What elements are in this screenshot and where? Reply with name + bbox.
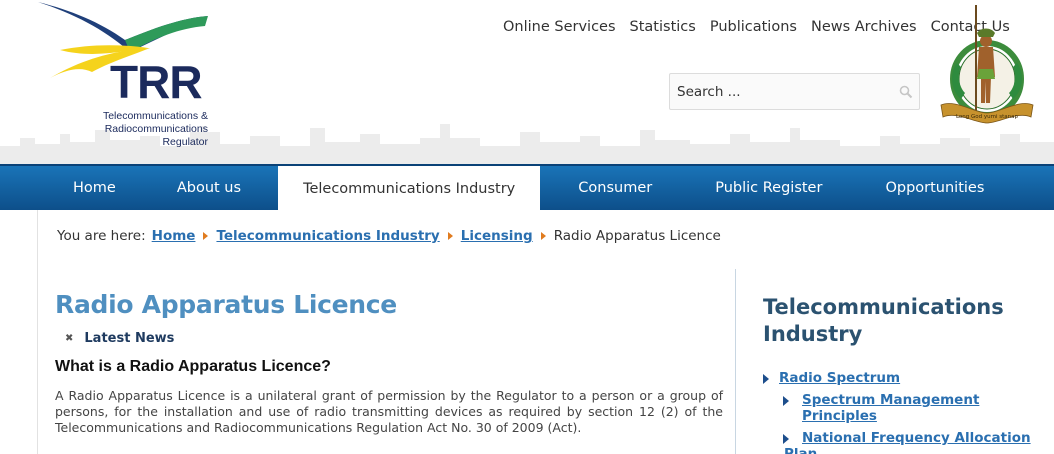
emblem-motto: Long God yumi stanap bbox=[956, 114, 1019, 120]
nav-publications[interactable]: Publications bbox=[710, 19, 797, 35]
sidebar-menu: Radio Spectrum Spectrum Management Princ… bbox=[763, 370, 1043, 454]
breadcrumb-current: Radio Apparatus Licence bbox=[553, 228, 721, 244]
triangle-right-icon bbox=[783, 434, 789, 444]
breadcrumb-telecommunications-industry[interactable]: Telecommunications Industry bbox=[216, 228, 439, 244]
sidebar-item-radio-spectrum[interactable]: Radio Spectrum bbox=[763, 370, 1043, 386]
breadcrumb-home[interactable]: Home bbox=[152, 228, 196, 244]
column-divider bbox=[735, 269, 736, 454]
main-article: Radio Apparatus Licence ✖ Latest News Wh… bbox=[55, 290, 725, 436]
breadcrumb-arrow-icon bbox=[203, 232, 209, 240]
logo-abbreviation: TRR bbox=[110, 56, 203, 108]
sidebar-item-label[interactable]: National Frequency Allocation Plan bbox=[784, 430, 1031, 454]
site-header: TRR Telecommunications & Radiocommunicat… bbox=[0, 0, 1054, 164]
trr-logo[interactable]: TRR Telecommunications & Radiocommunicat… bbox=[30, 0, 220, 150]
breadcrumb-arrow-icon bbox=[540, 232, 546, 240]
national-emblem: Long God yumi stanap bbox=[940, 5, 1034, 124]
nav-online-services[interactable]: Online Services bbox=[503, 19, 616, 35]
mainnav-opportunities[interactable]: Opportunities bbox=[853, 166, 1013, 210]
article-subheading: What is a Radio Apparatus Licence? bbox=[55, 358, 331, 375]
latest-news-link[interactable]: ✖ Latest News bbox=[65, 331, 725, 346]
triangle-right-icon bbox=[783, 396, 789, 406]
sidebar-title: Telecommunications Industry bbox=[763, 295, 1004, 346]
mainnav-about-us[interactable]: About us bbox=[145, 166, 278, 210]
breadcrumb-prefix: You are here: bbox=[57, 228, 146, 244]
search-input[interactable] bbox=[670, 74, 895, 109]
breadcrumb-licensing[interactable]: Licensing bbox=[461, 228, 533, 244]
breadcrumb: You are here: Home Telecommunications In… bbox=[57, 228, 721, 244]
breadcrumb-arrow-icon bbox=[447, 232, 453, 240]
latest-news-label: Latest News bbox=[84, 331, 175, 346]
close-icon: ✖ bbox=[65, 333, 74, 344]
search-icon[interactable] bbox=[899, 85, 913, 99]
page-content: You are here: Home Telecommunications In… bbox=[37, 210, 1054, 454]
article-paragraph: A Radio Apparatus Licence is a unilatera… bbox=[55, 388, 723, 435]
mainnav-public-register[interactable]: Public Register bbox=[686, 166, 853, 210]
sidebar: Telecommunications Industry Radio Spectr… bbox=[763, 294, 1043, 454]
nav-news-archives[interactable]: News Archives bbox=[811, 19, 917, 35]
search-box bbox=[669, 73, 920, 110]
utility-nav: Online Services Statistics Publications … bbox=[503, 19, 1010, 35]
mainnav-consumer[interactable]: Consumer bbox=[540, 166, 686, 210]
mainnav-home[interactable]: Home bbox=[0, 166, 145, 210]
sidebar-item-spectrum-management-principles[interactable]: Spectrum Management Principles bbox=[783, 392, 1043, 424]
logo-full-name: Telecommunications & Radiocommunications… bbox=[102, 110, 208, 148]
triangle-right-icon bbox=[763, 374, 769, 384]
mainnav-telecommunications-industry[interactable]: Telecommunications Industry bbox=[278, 166, 541, 212]
main-navigation: Home About us Telecommunications Industr… bbox=[0, 164, 1054, 212]
sidebar-item-national-frequency-allocation-plan[interactable]: National Frequency Allocation Plan bbox=[783, 430, 1043, 454]
page-title: Radio Apparatus Licence bbox=[55, 290, 397, 319]
sidebar-item-label[interactable]: Radio Spectrum bbox=[779, 370, 900, 386]
nav-statistics[interactable]: Statistics bbox=[630, 19, 696, 35]
sidebar-item-label[interactable]: Spectrum Management Principles bbox=[802, 392, 1043, 424]
